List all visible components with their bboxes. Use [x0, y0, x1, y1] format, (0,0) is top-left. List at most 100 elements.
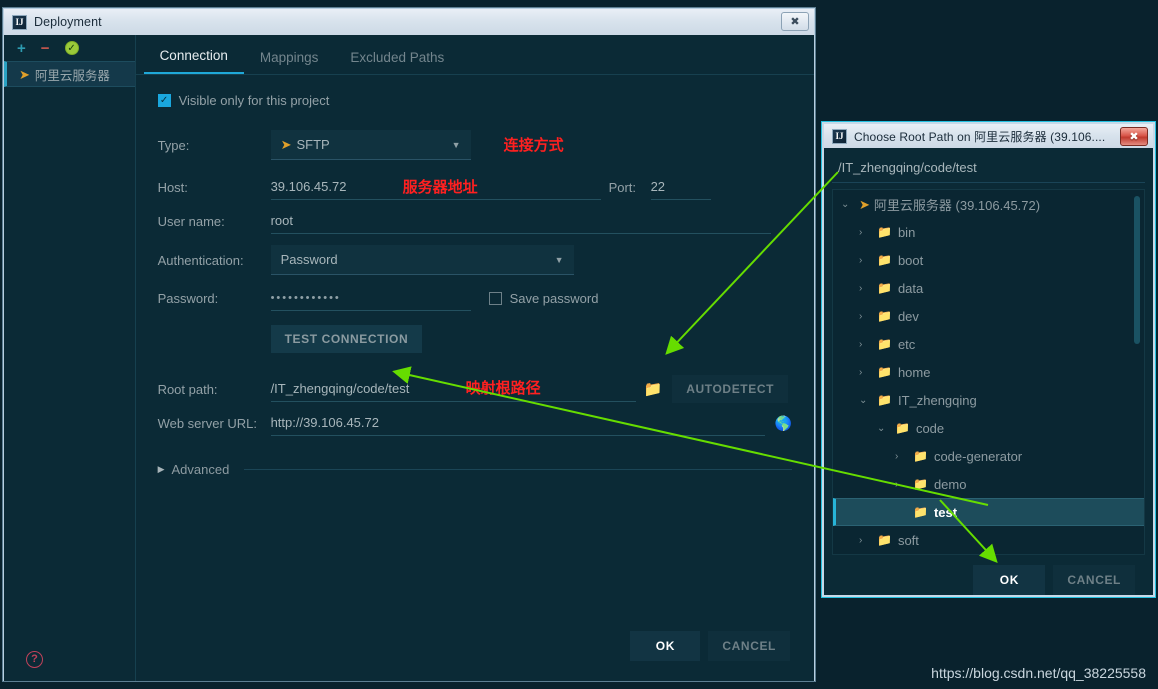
server-sidebar: + − ✓ ➤ 阿里云服务器 ? — [4, 35, 136, 681]
autodetect-button[interactable]: AUTODETECT — [672, 375, 789, 403]
tree-scrollbar[interactable] — [1134, 196, 1140, 344]
sidebar-empty-area — [4, 87, 135, 637]
help-icon[interactable]: ? — [26, 650, 43, 668]
web-server-url-row: Web server URL: http://39.106.45.72 🌎 — [158, 410, 792, 436]
type-select[interactable]: ➤ SFTP ▼ — [270, 130, 471, 160]
save-password-checkbox[interactable] — [488, 291, 502, 305]
tree-node-label: data — [897, 280, 924, 296]
tree-node-demo[interactable]: › 📁 demo — [833, 470, 1144, 498]
chevron-down-icon[interactable]: ⌄ — [859, 395, 871, 406]
tab-connection[interactable]: Connection — [143, 48, 244, 74]
folder-browse-icon[interactable]: 📁 — [644, 380, 663, 398]
annotation-root-path: 映射根路径 — [465, 379, 541, 397]
tree-node-label: 阿里云服务器 (39.106.45.72) — [873, 197, 1041, 213]
tree-node-etc[interactable]: › 📁 etc — [833, 330, 1144, 358]
web-server-url-label: Web server URL: — [157, 415, 258, 431]
tree-node-label: code-generator — [933, 448, 1023, 464]
host-row: Host: 39.106.45.72 Port: 22 服务器地址 — [158, 174, 792, 200]
choose-root-path-dialog: IJ Choose Root Path on 阿里云服务器 (39.106...… — [822, 122, 1155, 597]
test-connection-button[interactable]: TEST CONNECTION — [270, 325, 423, 353]
sftp-server-icon: ➤ — [859, 196, 870, 212]
globe-icon[interactable]: 🌎 — [775, 415, 792, 432]
chevron-right-icon[interactable]: › — [895, 479, 907, 490]
folder-icon: 📁 — [877, 337, 892, 351]
deployment-titlebar: IJ Deployment ✖ — [4, 9, 814, 35]
intellij-idea-logo-icon: IJ — [12, 14, 27, 30]
chevron-right-icon[interactable]: › — [859, 283, 871, 294]
root-path-row: Root path: /IT_zhengqing/code/test 📁 AUT… — [158, 375, 792, 403]
close-icon[interactable]: ✖ — [781, 12, 809, 31]
folder-icon: 📁 — [913, 505, 928, 519]
chooser-titlebar: IJ Choose Root Path on 阿里云服务器 (39.106...… — [824, 124, 1153, 148]
tree-node-IT_zhengqing[interactable]: ⌄ 📁 IT_zhengqing — [833, 386, 1144, 414]
tree-node-label: test — [933, 504, 958, 520]
root-path-input[interactable]: /IT_zhengqing/code/test — [270, 376, 636, 402]
authentication-row: Authentication: Password ▼ — [158, 245, 792, 275]
ok-button[interactable]: OK — [630, 631, 701, 661]
password-row: Password: •••••••••••• Save password — [158, 285, 792, 311]
chooser-ok-button[interactable]: OK — [973, 565, 1046, 595]
chevron-right-icon[interactable]: › — [859, 535, 871, 546]
visible-only-label: Visible only for this project — [178, 93, 330, 108]
annotation-server-address: 服务器地址 — [402, 178, 478, 196]
test-connection-row: TEST CONNECTION — [158, 325, 792, 353]
sidebar-item-server[interactable]: ➤ 阿里云服务器 — [4, 61, 135, 87]
password-input[interactable]: •••••••••••• — [270, 285, 471, 311]
root-path-label: Root path: — [157, 381, 218, 397]
advanced-label: Advanced — [171, 462, 230, 477]
tab-excluded-paths[interactable]: Excluded Paths — [334, 50, 460, 74]
tree-node-code-generator[interactable]: › 📁 code-generator — [833, 442, 1144, 470]
tree-node-label: bin — [897, 224, 916, 240]
remove-server-icon[interactable]: − — [41, 41, 50, 56]
green-check-badge-icon[interactable]: ✓ — [64, 41, 79, 55]
chevron-down-icon[interactable]: ⌄ — [877, 423, 889, 434]
cancel-button[interactable]: CANCEL — [708, 631, 790, 661]
chevron-right-icon[interactable]: › — [859, 367, 871, 378]
password-label: Password: — [157, 290, 219, 306]
host-value: 39.106.45.72 — [270, 179, 347, 194]
port-input[interactable]: 22 — [650, 174, 711, 200]
connection-form: ✓ Visible only for this project Type: ➤ … — [136, 75, 814, 631]
folder-icon: 📁 — [895, 421, 910, 435]
tree-node-soft[interactable]: › 📁 soft — [833, 526, 1144, 554]
annotation-connection-type: 连接方式 — [503, 136, 564, 154]
tree-node-test[interactable]: 📁 test — [833, 498, 1144, 526]
sftp-icon: ➤ — [280, 137, 292, 152]
connection-panel: Connection Mappings Excluded Paths ✓ Vis… — [135, 35, 814, 681]
chevron-down-icon[interactable]: ⌄ — [841, 199, 853, 210]
tree-node-dev[interactable]: › 📁 dev — [833, 302, 1144, 330]
directory-tree[interactable]: ⌄ ➤ 阿里云服务器 (39.106.45.72) › 📁 bin › 📁 boot › 📁 data… — [832, 189, 1145, 555]
folder-icon: 📁 — [913, 449, 928, 463]
screen: IJ Deployment ✖ + − ✓ ➤ 阿里云服务器 ? Connect… — [0, 0, 1158, 689]
visible-only-checkbox-row[interactable]: ✓ Visible only for this project — [157, 93, 792, 108]
tree-node-code[interactable]: ⌄ 📁 code — [833, 414, 1144, 442]
advanced-section-toggle[interactable]: ▶ Advanced — [158, 462, 792, 477]
chevron-right-icon[interactable]: › — [859, 339, 871, 350]
chevron-right-icon[interactable]: › — [859, 255, 871, 266]
visible-only-checkbox[interactable]: ✓ — [157, 94, 171, 107]
tree-node-label: IT_zhengqing — [897, 392, 977, 408]
save-password-label: Save password — [509, 290, 599, 306]
folder-icon: 📁 — [877, 533, 892, 547]
tree-node-home[interactable]: › 📁 home — [833, 358, 1144, 386]
username-input[interactable]: root — [270, 208, 771, 234]
add-server-icon[interactable]: + — [17, 41, 26, 56]
close-icon[interactable]: ✖ — [1120, 127, 1148, 146]
tree-node-data[interactable]: › 📁 data — [833, 274, 1144, 302]
authentication-select[interactable]: Password ▼ — [270, 245, 574, 275]
tab-bar: Connection Mappings Excluded Paths — [135, 35, 814, 75]
current-path-display: /IT_zhengqing/code/test — [832, 154, 1145, 183]
folder-icon: 📁 — [877, 253, 892, 267]
chooser-body: /IT_zhengqing/code/test ⌄ ➤ 阿里云服务器 (39.106… — [824, 148, 1153, 595]
chevron-right-icon[interactable]: › — [859, 311, 871, 322]
chevron-right-icon[interactable]: › — [859, 227, 871, 238]
tree-node-bin[interactable]: › 📁 bin — [833, 218, 1144, 246]
password-value: •••••••••••• — [270, 291, 341, 304]
chevron-right-icon[interactable]: › — [895, 451, 907, 462]
tab-mappings[interactable]: Mappings — [244, 50, 335, 74]
tree-node-boot[interactable]: › 📁 boot — [833, 246, 1144, 274]
web-server-url-input[interactable]: http://39.106.45.72 — [270, 410, 765, 436]
tree-node-391064572[interactable]: ⌄ ➤ 阿里云服务器 (39.106.45.72) — [833, 190, 1144, 218]
intellij-idea-logo-icon: IJ — [832, 128, 847, 144]
chooser-cancel-button[interactable]: CANCEL — [1053, 565, 1135, 595]
